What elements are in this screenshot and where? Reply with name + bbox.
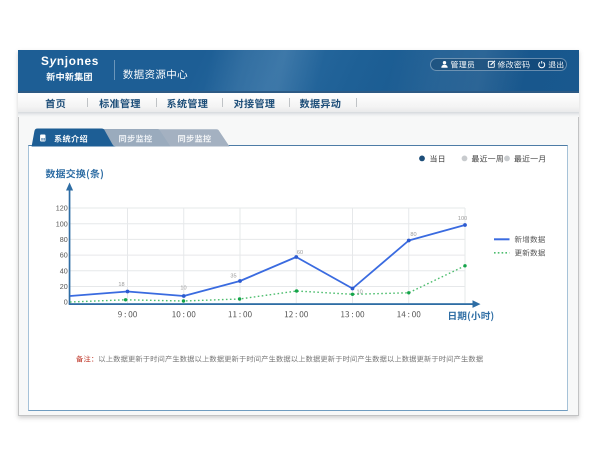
svg-text:80: 80 bbox=[410, 232, 416, 238]
svg-text:80: 80 bbox=[60, 235, 68, 244]
svg-text:20: 20 bbox=[60, 282, 68, 291]
svg-text:10: 10 bbox=[357, 290, 363, 296]
svg-text:35: 35 bbox=[230, 273, 236, 279]
svg-text:0: 0 bbox=[64, 297, 68, 306]
svg-text:18: 18 bbox=[118, 282, 124, 288]
svg-text:120: 120 bbox=[56, 204, 68, 213]
svg-text:40: 40 bbox=[60, 266, 68, 275]
svg-text:100: 100 bbox=[458, 216, 467, 222]
svg-text:10: 10 bbox=[180, 285, 186, 291]
svg-text:100: 100 bbox=[56, 219, 68, 228]
svg-text:60: 60 bbox=[297, 250, 303, 256]
svg-text:60: 60 bbox=[60, 251, 68, 260]
